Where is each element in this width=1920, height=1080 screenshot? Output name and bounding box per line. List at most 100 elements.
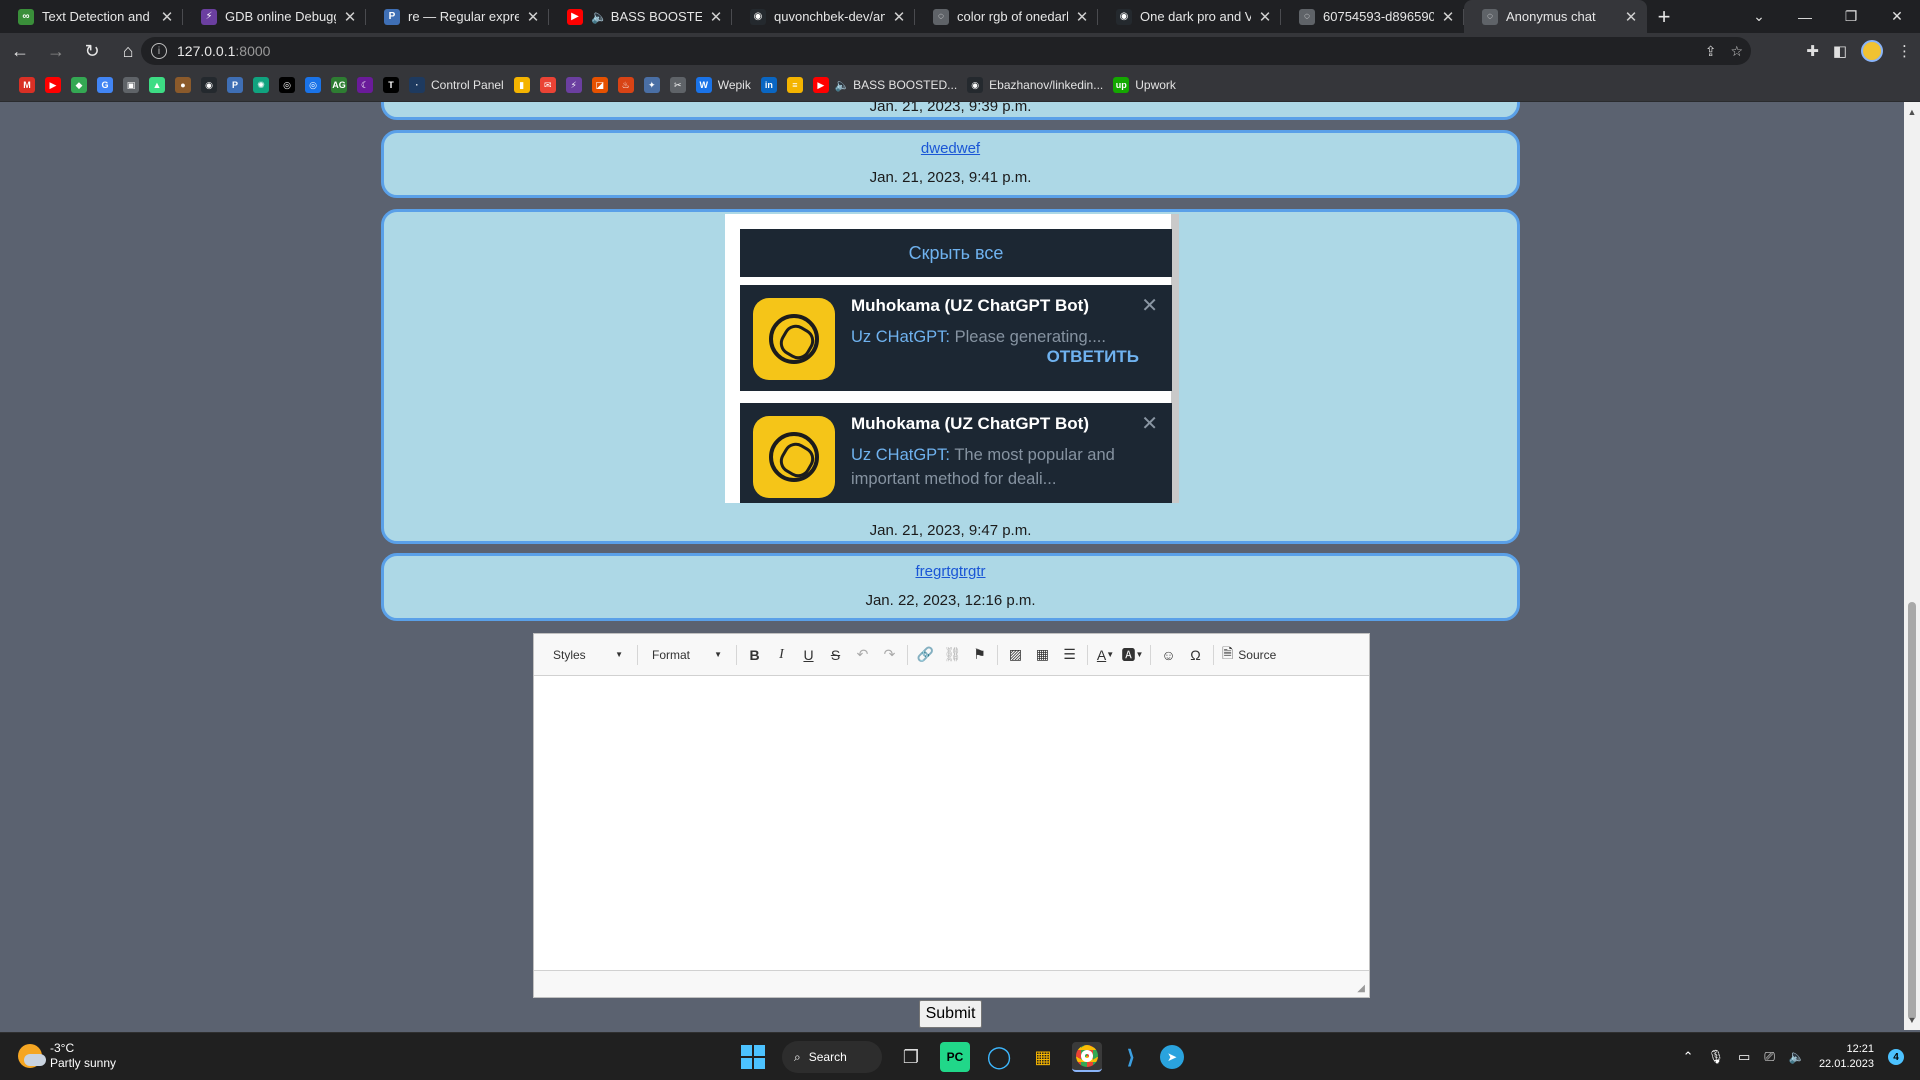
image-icon[interactable]: ▨ (1002, 642, 1029, 668)
store-icon[interactable]: ▦ (1028, 1042, 1058, 1072)
bookmark-item[interactable]: ✺ (248, 73, 274, 97)
close-icon[interactable]: ✕ (525, 8, 541, 26)
bookmark-item[interactable]: ⚡ (561, 73, 587, 97)
browser-tab[interactable]: ◌ 60754593-d8965900- ✕ (1281, 0, 1464, 33)
restore-button[interactable]: ❐ (1828, 0, 1874, 33)
undo-button[interactable]: ↶ (849, 642, 876, 668)
link-icon[interactable]: 🔗 (912, 642, 939, 668)
bookmark-item[interactable]: ✂ (665, 73, 691, 97)
source-button[interactable]: 🗎 Source (1218, 642, 1280, 668)
strikethrough-button[interactable]: S (822, 642, 849, 668)
pycharm-icon[interactable]: PC (940, 1042, 970, 1072)
browser-tab[interactable]: ◌ color rgb of onedark p ✕ (915, 0, 1098, 33)
bookmark-item[interactable]: ◉ Ebazhanov/linkedin... (962, 73, 1108, 97)
editor-content-area[interactable] (534, 676, 1369, 972)
forward-button[interactable]: → (40, 35, 72, 67)
bookmark-item[interactable]: AG (326, 73, 352, 97)
close-icon[interactable]: ✕ (708, 8, 724, 26)
bookmark-item[interactable]: ◎ (274, 73, 300, 97)
bookmark-item[interactable]: ◆ (66, 73, 92, 97)
network-icon[interactable]: ⎚ (1764, 1049, 1774, 1065)
minimize-button[interactable]: — (1782, 0, 1828, 33)
bookmark-item[interactable]: W Wepik (691, 73, 756, 97)
bookmark-item[interactable]: ▣ (118, 73, 144, 97)
bold-button[interactable]: B (741, 642, 768, 668)
close-icon[interactable]: ✕ (1623, 8, 1639, 26)
side-panel-icon[interactable]: ◧ (1833, 42, 1847, 60)
telegram-icon[interactable]: ➤ (1160, 1045, 1184, 1069)
bookmark-item[interactable]: ≡ (782, 73, 808, 97)
bookmark-item[interactable]: ◪ (587, 73, 613, 97)
resize-grip-icon[interactable]: ◢ (1357, 983, 1365, 994)
browser-tab[interactable]: ◉ quvonchbek-dev/ano ✕ (732, 0, 915, 33)
bookmark-item[interactable]: up Upwork (1108, 73, 1181, 97)
smiley-icon[interactable]: ☺ (1155, 642, 1182, 668)
start-button[interactable] (738, 1042, 768, 1072)
home-button[interactable]: ⌂ (112, 35, 144, 67)
browser-tab[interactable]: ⚡ GDB online Debugger ✕ (183, 0, 366, 33)
tray-overflow-icon[interactable]: ⌃ (1683, 1049, 1694, 1065)
back-button[interactable]: ← (4, 35, 36, 67)
microphone-icon[interactable]: 🎙 (1708, 1049, 1725, 1065)
close-window-button[interactable]: ✕ (1874, 0, 1920, 33)
close-icon[interactable]: ✕ (1074, 8, 1090, 26)
styles-dropdown[interactable]: Styles ▼ (543, 642, 633, 668)
table-icon[interactable]: ▦ (1029, 642, 1056, 668)
bookmark-item[interactable]: ☾ (352, 73, 378, 97)
special-char-icon[interactable]: Ω (1182, 642, 1209, 668)
weather-widget[interactable]: -3°C Partly sunny (18, 1041, 116, 1071)
new-tab-button[interactable]: + (1647, 0, 1681, 33)
display-icon[interactable]: ▭ (1738, 1049, 1750, 1065)
chrome-icon[interactable] (1072, 1042, 1102, 1072)
bookmark-item[interactable]: ♨ (613, 73, 639, 97)
submit-button[interactable]: Submit (919, 1000, 982, 1028)
close-icon[interactable]: ✕ (891, 8, 907, 26)
page-scrollbar[interactable]: ▲ ▼ (1904, 102, 1920, 1030)
scroll-up-icon[interactable]: ▲ (1904, 104, 1920, 120)
browser-tab[interactable]: ∞ Text Detection and Ext ✕ (0, 0, 183, 33)
vscode-icon[interactable]: ⟩ (1116, 1042, 1146, 1072)
bookmark-item[interactable]: ▶ (40, 73, 66, 97)
browser-tab[interactable]: ◉ One dark pro and Vivi ✕ (1098, 0, 1281, 33)
taskbar-search[interactable]: ⌕ Search (782, 1041, 882, 1073)
scrollbar-thumb[interactable] (1908, 602, 1916, 1020)
close-icon[interactable]: ✕ (1257, 8, 1273, 26)
horizontal-line-icon[interactable]: ☰ (1056, 642, 1083, 668)
bookmark-item[interactable]: ▮ (509, 73, 535, 97)
reload-button[interactable]: ↻ (76, 35, 108, 67)
bookmark-item[interactable]: in (756, 73, 782, 97)
bookmark-item[interactable]: G (92, 73, 118, 97)
notification-badge[interactable]: 4 (1888, 1049, 1904, 1065)
close-icon[interactable]: ✕ (342, 8, 358, 26)
bookmark-item[interactable]: ◎ (300, 73, 326, 97)
share-icon[interactable]: ⇪ (1705, 43, 1717, 60)
clock[interactable]: 12:21 22.01.2023 (1819, 1042, 1874, 1072)
bookmark-item[interactable]: ● (170, 73, 196, 97)
bookmark-star-icon[interactable]: ☆ (1730, 43, 1743, 60)
tab-search-icon[interactable]: ⌄ (1736, 0, 1782, 33)
browser-tab[interactable]: ▶ 🔈 BASS BOOSTED🔈 ✕ (549, 0, 732, 33)
close-icon[interactable]: ✕ (1440, 8, 1456, 26)
underline-button[interactable]: U (795, 642, 822, 668)
extensions-icon[interactable]: ✚ (1806, 42, 1819, 60)
message-link[interactable]: fregrtgtrgtr (384, 556, 1517, 580)
text-color-button[interactable]: A ▼ (1092, 642, 1119, 668)
browser-tab[interactable]: Pre — Regular expressio ✕ (366, 0, 549, 33)
italic-button[interactable]: I (768, 642, 795, 668)
browser-menu-icon[interactable]: ⋮ (1897, 42, 1912, 60)
background-color-button[interactable]: 🅰 ▼ (1119, 642, 1146, 668)
address-bar[interactable]: i 127.0.0.1:8000 ⇪ ☆ (141, 37, 1751, 65)
message-link[interactable]: dwedwef (384, 133, 1517, 157)
bookmark-item[interactable]: M (14, 73, 40, 97)
bookmark-item[interactable]: ◉ (196, 73, 222, 97)
bookmark-item[interactable]: T (378, 73, 404, 97)
bookmark-item[interactable]: ✉ (535, 73, 561, 97)
redo-button[interactable]: ↷ (876, 642, 903, 668)
close-icon[interactable]: ✕ (159, 8, 175, 26)
format-dropdown[interactable]: Format ▼ (642, 642, 732, 668)
bookmark-item[interactable]: P (222, 73, 248, 97)
bookmark-item[interactable]: · Control Panel (404, 73, 509, 97)
bookmark-item[interactable]: ▲ (144, 73, 170, 97)
volume-icon[interactable]: 🔈 (1789, 1049, 1805, 1065)
site-info-icon[interactable]: i (151, 43, 167, 59)
